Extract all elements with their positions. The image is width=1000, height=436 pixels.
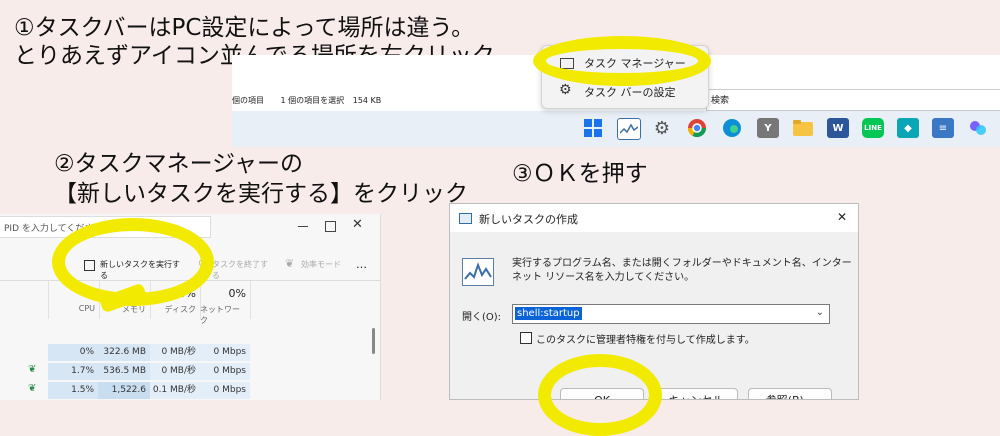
admin-checkbox[interactable] [520,332,532,344]
status-items: 個の項目 [232,96,264,105]
dialog-title-bar: 新しいタスクの作成 ✕ [450,204,858,232]
maximize-button[interactable] [325,221,336,232]
memory-cell: 322.6 MB [98,344,150,361]
app-icon[interactable]: ◆ [897,118,919,138]
step2-caption-line2: 【新しいタスクを実行する】をクリック [54,181,468,207]
disk-cell: 0 MB/秒 [150,363,200,380]
col-network[interactable]: 0% ネットワーク [200,281,251,325]
col-cpu-label: CPU [78,304,95,313]
minimize-button[interactable] [298,226,308,227]
run-program-icon [462,258,494,286]
run-dialog: 新しいタスクの作成 ✕ 実行するプログラム名、または開くフォルダーやドキュメント… [449,203,859,400]
network-cell: 0 Mbps [200,382,250,399]
table-row[interactable]: ❦ 1.5% 1,522.6 MB 0.1 MB/秒 0 Mbps [0,382,380,399]
col-network-label: ネットワーク [200,305,240,325]
table-row[interactable]: 0% 322.6 MB 0 MB/秒 0 Mbps [0,344,380,361]
dialog-close-button[interactable]: ✕ [837,210,847,224]
table-row[interactable]: ❦ 1.7% 536.5 MB 0 MB/秒 0 Mbps [0,363,380,380]
disk-cell: 0 MB/秒 [150,344,200,361]
admin-checkbox-label: このタスクに管理者特権を付与して作成します。 [536,335,755,346]
efficiency-mode-button[interactable]: ❦ 効率モード [285,254,345,276]
search-text: 検索 [711,96,730,106]
step1-caption-line1: ①タスクバーはPC設定によって場所は違う。 [14,15,475,41]
memory-cell: 536.5 MB [98,363,150,380]
col-disk-label: ディスク [164,305,196,314]
settings-icon[interactable]: ⚙ [651,118,673,139]
menu-taskbar-settings-label: タスク バーの設定 [584,86,676,99]
dialog-description-line1: 実行するプログラム名、または開くフォルダーやドキュメント名、インター [512,258,852,269]
taskbar[interactable] [232,111,1000,147]
line-icon[interactable]: LINE [862,118,884,138]
more-options-button[interactable]: … [356,258,367,271]
highlight-ok [538,354,662,436]
step2-caption-line1: ②タスクマネージャーの [54,151,304,177]
app-y-icon[interactable]: Y [757,118,779,138]
open-combobox[interactable]: shell:startup ⌄ [512,304,830,324]
cpu-cell: 1.5% [48,382,98,399]
chrome-icon[interactable] [686,118,708,138]
status-selected: 1 個の項目を選択 [280,96,345,105]
notepad-icon[interactable]: ≡ [932,118,954,138]
highlight-task-manager [533,36,711,86]
gear-icon: ⚙ [559,82,572,98]
col-network-pct: 0% [228,287,246,300]
status-size: 154 KB [352,96,382,105]
close-button[interactable]: ✕ [352,217,363,232]
network-cell: 0 Mbps [200,363,250,380]
cancel-button[interactable]: キャンセル [654,388,738,399]
dialog-title: 新しいタスクの作成 [479,213,578,226]
explorer-search-box[interactable]: 検索 [706,89,1000,111]
folder-icon[interactable] [792,118,814,138]
dialog-description-line2: ネット リソース名を入力してください。 [512,272,695,283]
disk-cell: 0.1 MB/秒 [150,382,200,399]
efficiency-leaf-icon: ❦ [28,383,37,394]
cpu-cell: 1.7% [48,363,98,380]
copilot-icon[interactable] [967,118,989,138]
efficiency-leaf-icon: ❦ [28,364,37,375]
memory-cell: 1,522.6 MB [98,382,150,399]
run-app-icon [459,213,472,224]
open-label: 開く(O): [462,312,502,323]
cpu-cell: 0% [48,344,98,361]
start-icon[interactable] [582,118,604,138]
leaf-icon: ❦ [285,257,295,270]
edge-icon[interactable] [721,118,743,138]
open-value: shell:startup [515,307,582,320]
browse-button[interactable]: 参照(B)... [748,388,832,399]
chevron-down-icon[interactable]: ⌄ [816,307,824,318]
network-cell: 0 Mbps [200,344,250,361]
efficiency-mode-label: 効率モード [301,260,341,269]
explorer-status-bar: 個の項目 1 個の項目を選択 154 KB [232,95,381,106]
word-icon[interactable]: W [827,118,849,138]
taskmgr-icon[interactable] [617,118,641,140]
step3-caption: ③ＯＫを押す [512,161,648,187]
end-task-label: タスクを終了する [212,260,268,280]
